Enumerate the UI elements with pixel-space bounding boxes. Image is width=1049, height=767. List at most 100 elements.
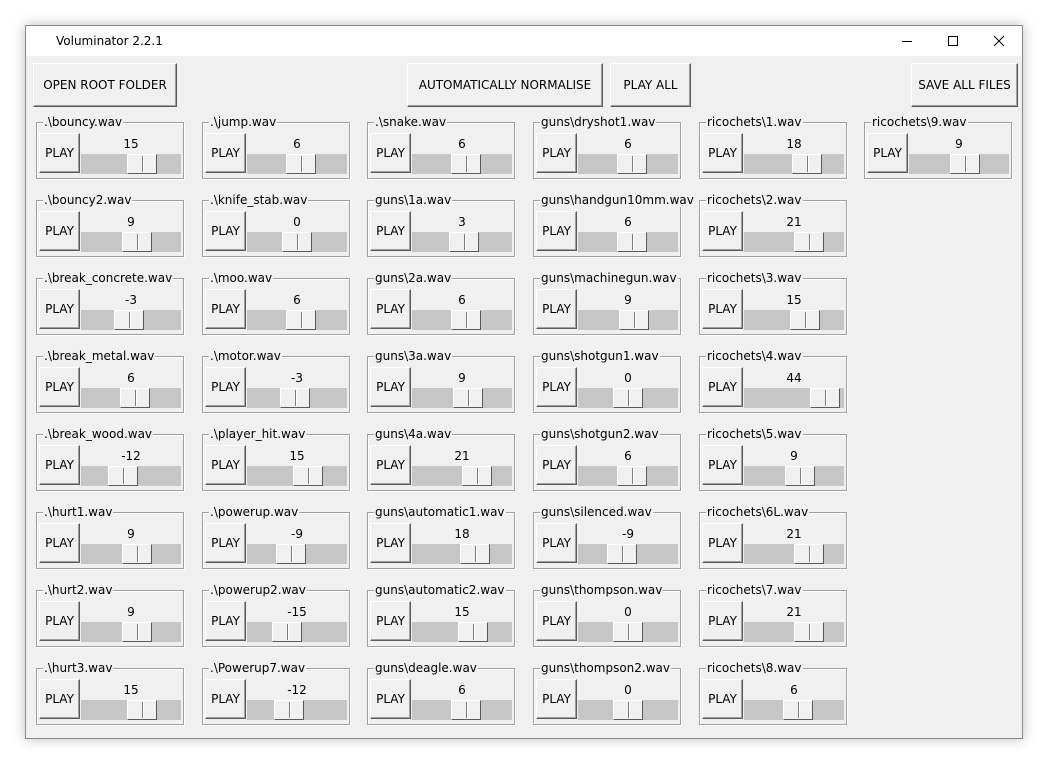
play-button[interactable]: PLAY	[370, 601, 411, 641]
volume-slider-thumb[interactable]	[619, 310, 649, 330]
volume-slider[interactable]	[81, 700, 181, 720]
play-button[interactable]: PLAY	[370, 133, 411, 173]
volume-slider-thumb[interactable]	[120, 388, 150, 408]
volume-slider[interactable]	[81, 388, 181, 408]
volume-slider[interactable]	[247, 154, 347, 174]
volume-slider[interactable]	[412, 154, 512, 174]
volume-slider[interactable]	[744, 700, 844, 720]
volume-slider[interactable]	[81, 154, 181, 174]
volume-slider[interactable]	[247, 544, 347, 564]
volume-slider-thumb[interactable]	[127, 700, 157, 720]
volume-slider[interactable]	[412, 388, 512, 408]
volume-slider-thumb[interactable]	[790, 310, 820, 330]
auto-normalise-button[interactable]: AUTOMATICALLY NORMALISE	[407, 63, 603, 107]
volume-slider[interactable]	[247, 310, 347, 330]
volume-slider-thumb[interactable]	[794, 232, 824, 252]
play-button[interactable]: PLAY	[205, 289, 246, 329]
play-button[interactable]: PLAY	[39, 523, 80, 563]
volume-slider[interactable]	[909, 154, 1009, 174]
play-button[interactable]: PLAY	[702, 211, 743, 251]
volume-slider[interactable]	[81, 310, 181, 330]
volume-slider-thumb[interactable]	[122, 232, 152, 252]
play-button[interactable]: PLAY	[702, 679, 743, 719]
play-button[interactable]: PLAY	[536, 601, 577, 641]
play-button[interactable]: PLAY	[370, 679, 411, 719]
volume-slider-thumb[interactable]	[114, 310, 144, 330]
play-button[interactable]: PLAY	[536, 679, 577, 719]
volume-slider[interactable]	[578, 232, 678, 252]
volume-slider-thumb[interactable]	[950, 154, 980, 174]
volume-slider-thumb[interactable]	[449, 232, 479, 252]
play-button[interactable]: PLAY	[205, 445, 246, 485]
play-button[interactable]: PLAY	[205, 601, 246, 641]
volume-slider-thumb[interactable]	[462, 466, 492, 486]
volume-slider-thumb[interactable]	[122, 622, 152, 642]
volume-slider[interactable]	[412, 622, 512, 642]
volume-slider-thumb[interactable]	[286, 310, 316, 330]
play-button[interactable]: PLAY	[370, 523, 411, 563]
volume-slider-thumb[interactable]	[282, 232, 312, 252]
volume-slider[interactable]	[578, 388, 678, 408]
volume-slider-thumb[interactable]	[794, 622, 824, 642]
volume-slider-thumb[interactable]	[274, 700, 304, 720]
volume-slider[interactable]	[744, 232, 844, 252]
volume-slider[interactable]	[81, 622, 181, 642]
play-button[interactable]: PLAY	[702, 133, 743, 173]
play-button[interactable]: PLAY	[39, 211, 80, 251]
volume-slider[interactable]	[744, 544, 844, 564]
volume-slider[interactable]	[744, 310, 844, 330]
play-button[interactable]: PLAY	[205, 367, 246, 407]
play-button[interactable]: PLAY	[536, 367, 577, 407]
play-button[interactable]: PLAY	[39, 445, 80, 485]
volume-slider[interactable]	[247, 388, 347, 408]
volume-slider-thumb[interactable]	[127, 154, 157, 174]
volume-slider-thumb[interactable]	[451, 700, 481, 720]
volume-slider-thumb[interactable]	[451, 310, 481, 330]
play-button[interactable]: PLAY	[205, 211, 246, 251]
play-button[interactable]: PLAY	[39, 367, 80, 407]
volume-slider[interactable]	[744, 622, 844, 642]
volume-slider-thumb[interactable]	[607, 544, 637, 564]
volume-slider[interactable]	[412, 466, 512, 486]
volume-slider[interactable]	[412, 310, 512, 330]
play-all-button[interactable]: PLAY ALL	[610, 63, 691, 107]
play-button[interactable]: PLAY	[536, 289, 577, 329]
play-button[interactable]: PLAY	[702, 601, 743, 641]
save-all-files-button[interactable]: SAVE ALL FILES	[911, 63, 1018, 107]
volume-slider-thumb[interactable]	[122, 544, 152, 564]
volume-slider[interactable]	[744, 466, 844, 486]
play-button[interactable]: PLAY	[867, 133, 908, 173]
play-button[interactable]: PLAY	[370, 367, 411, 407]
volume-slider-thumb[interactable]	[280, 388, 310, 408]
volume-slider-thumb[interactable]	[785, 466, 815, 486]
volume-slider-thumb[interactable]	[792, 154, 822, 174]
volume-slider-thumb[interactable]	[613, 700, 643, 720]
play-button[interactable]: PLAY	[39, 679, 80, 719]
volume-slider[interactable]	[578, 544, 678, 564]
play-button[interactable]: PLAY	[39, 601, 80, 641]
volume-slider-thumb[interactable]	[617, 466, 647, 486]
volume-slider[interactable]	[578, 700, 678, 720]
play-button[interactable]: PLAY	[702, 523, 743, 563]
play-button[interactable]: PLAY	[536, 523, 577, 563]
volume-slider-thumb[interactable]	[108, 466, 138, 486]
minimize-button[interactable]	[884, 26, 930, 56]
volume-slider[interactable]	[81, 544, 181, 564]
play-button[interactable]: PLAY	[39, 289, 80, 329]
play-button[interactable]: PLAY	[536, 133, 577, 173]
volume-slider[interactable]	[578, 622, 678, 642]
volume-slider[interactable]	[578, 154, 678, 174]
maximize-button[interactable]	[930, 26, 976, 56]
volume-slider[interactable]	[744, 154, 844, 174]
volume-slider-thumb[interactable]	[613, 622, 643, 642]
volume-slider[interactable]	[81, 466, 181, 486]
volume-slider-thumb[interactable]	[458, 622, 488, 642]
volume-slider-thumb[interactable]	[783, 700, 813, 720]
volume-slider[interactable]	[247, 232, 347, 252]
volume-slider-thumb[interactable]	[617, 232, 647, 252]
volume-slider[interactable]	[81, 232, 181, 252]
volume-slider[interactable]	[412, 544, 512, 564]
volume-slider[interactable]	[578, 310, 678, 330]
volume-slider-thumb[interactable]	[272, 622, 302, 642]
volume-slider-thumb[interactable]	[613, 388, 643, 408]
